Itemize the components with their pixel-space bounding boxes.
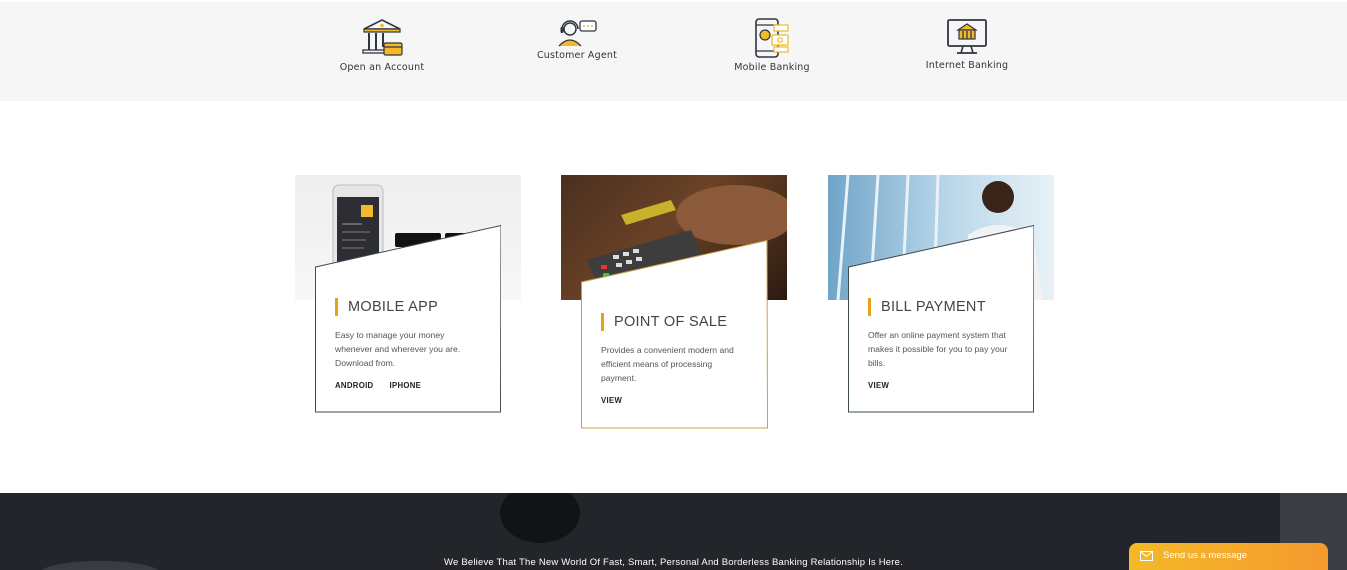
- service-label: Open an Account: [339, 62, 425, 73]
- headset-agent-icon: [558, 20, 597, 47]
- card-bill-payment: BILL PAYMENT Offer an online payment sys…: [828, 175, 1054, 415]
- iphone-link[interactable]: IPHONE: [389, 381, 421, 390]
- service-open-account[interactable]: Open an Account: [312, 17, 452, 73]
- service-mobile-banking[interactable]: Mobile Banking: [702, 17, 842, 73]
- mobile-app-links: ANDROID IPHONE: [335, 381, 437, 390]
- service-label: Internet Banking: [925, 60, 1009, 71]
- point-of-sale-panel: POINT OF SALE Provides a convenient mode…: [581, 240, 768, 429]
- point-of-sale-description: Provides a convenient modern and efficie…: [601, 345, 734, 383]
- bank-card-icon: [362, 19, 403, 56]
- android-link[interactable]: ANDROID: [335, 381, 373, 390]
- monitor-bank-icon: [947, 19, 987, 54]
- bill-payment-panel: BILL PAYMENT Offer an online payment sys…: [848, 225, 1034, 413]
- mobile-app-description: Easy to manage your money whenever and w…: [335, 330, 461, 368]
- view-link[interactable]: VIEW: [868, 381, 889, 390]
- mobile-app-panel: MOBILE APP Easy to manage your money whe…: [315, 225, 501, 413]
- bill-payment-title: BILL PAYMENT: [868, 298, 986, 316]
- service-customer-agent[interactable]: Customer Agent: [507, 17, 647, 61]
- card-mobile-app: MOBILE APP Easy to manage your money whe…: [295, 175, 521, 415]
- send-message-button[interactable]: Send us a message: [1129, 543, 1328, 570]
- point-of-sale-title: POINT OF SALE: [601, 313, 727, 331]
- bill-payment-links: VIEW: [868, 381, 905, 390]
- mobile-app-title: MOBILE APP: [335, 298, 438, 316]
- bill-payment-description: Offer an online payment system that make…: [868, 330, 1008, 368]
- card-point-of-sale: POINT OF SALE Provides a convenient mode…: [561, 175, 787, 431]
- services-bar: Open an Account Customer Agent Mobile Ba…: [0, 0, 1347, 101]
- service-label: Customer Agent: [536, 50, 618, 61]
- envelope-icon: [1140, 551, 1153, 561]
- mobile-phone-icon: [755, 18, 789, 58]
- view-link[interactable]: VIEW: [601, 396, 622, 405]
- service-label: Mobile Banking: [734, 62, 810, 73]
- send-message-label: Send us a message: [1163, 550, 1247, 561]
- service-internet-banking[interactable]: Internet Banking: [897, 17, 1037, 71]
- point-of-sale-links: VIEW: [601, 396, 638, 405]
